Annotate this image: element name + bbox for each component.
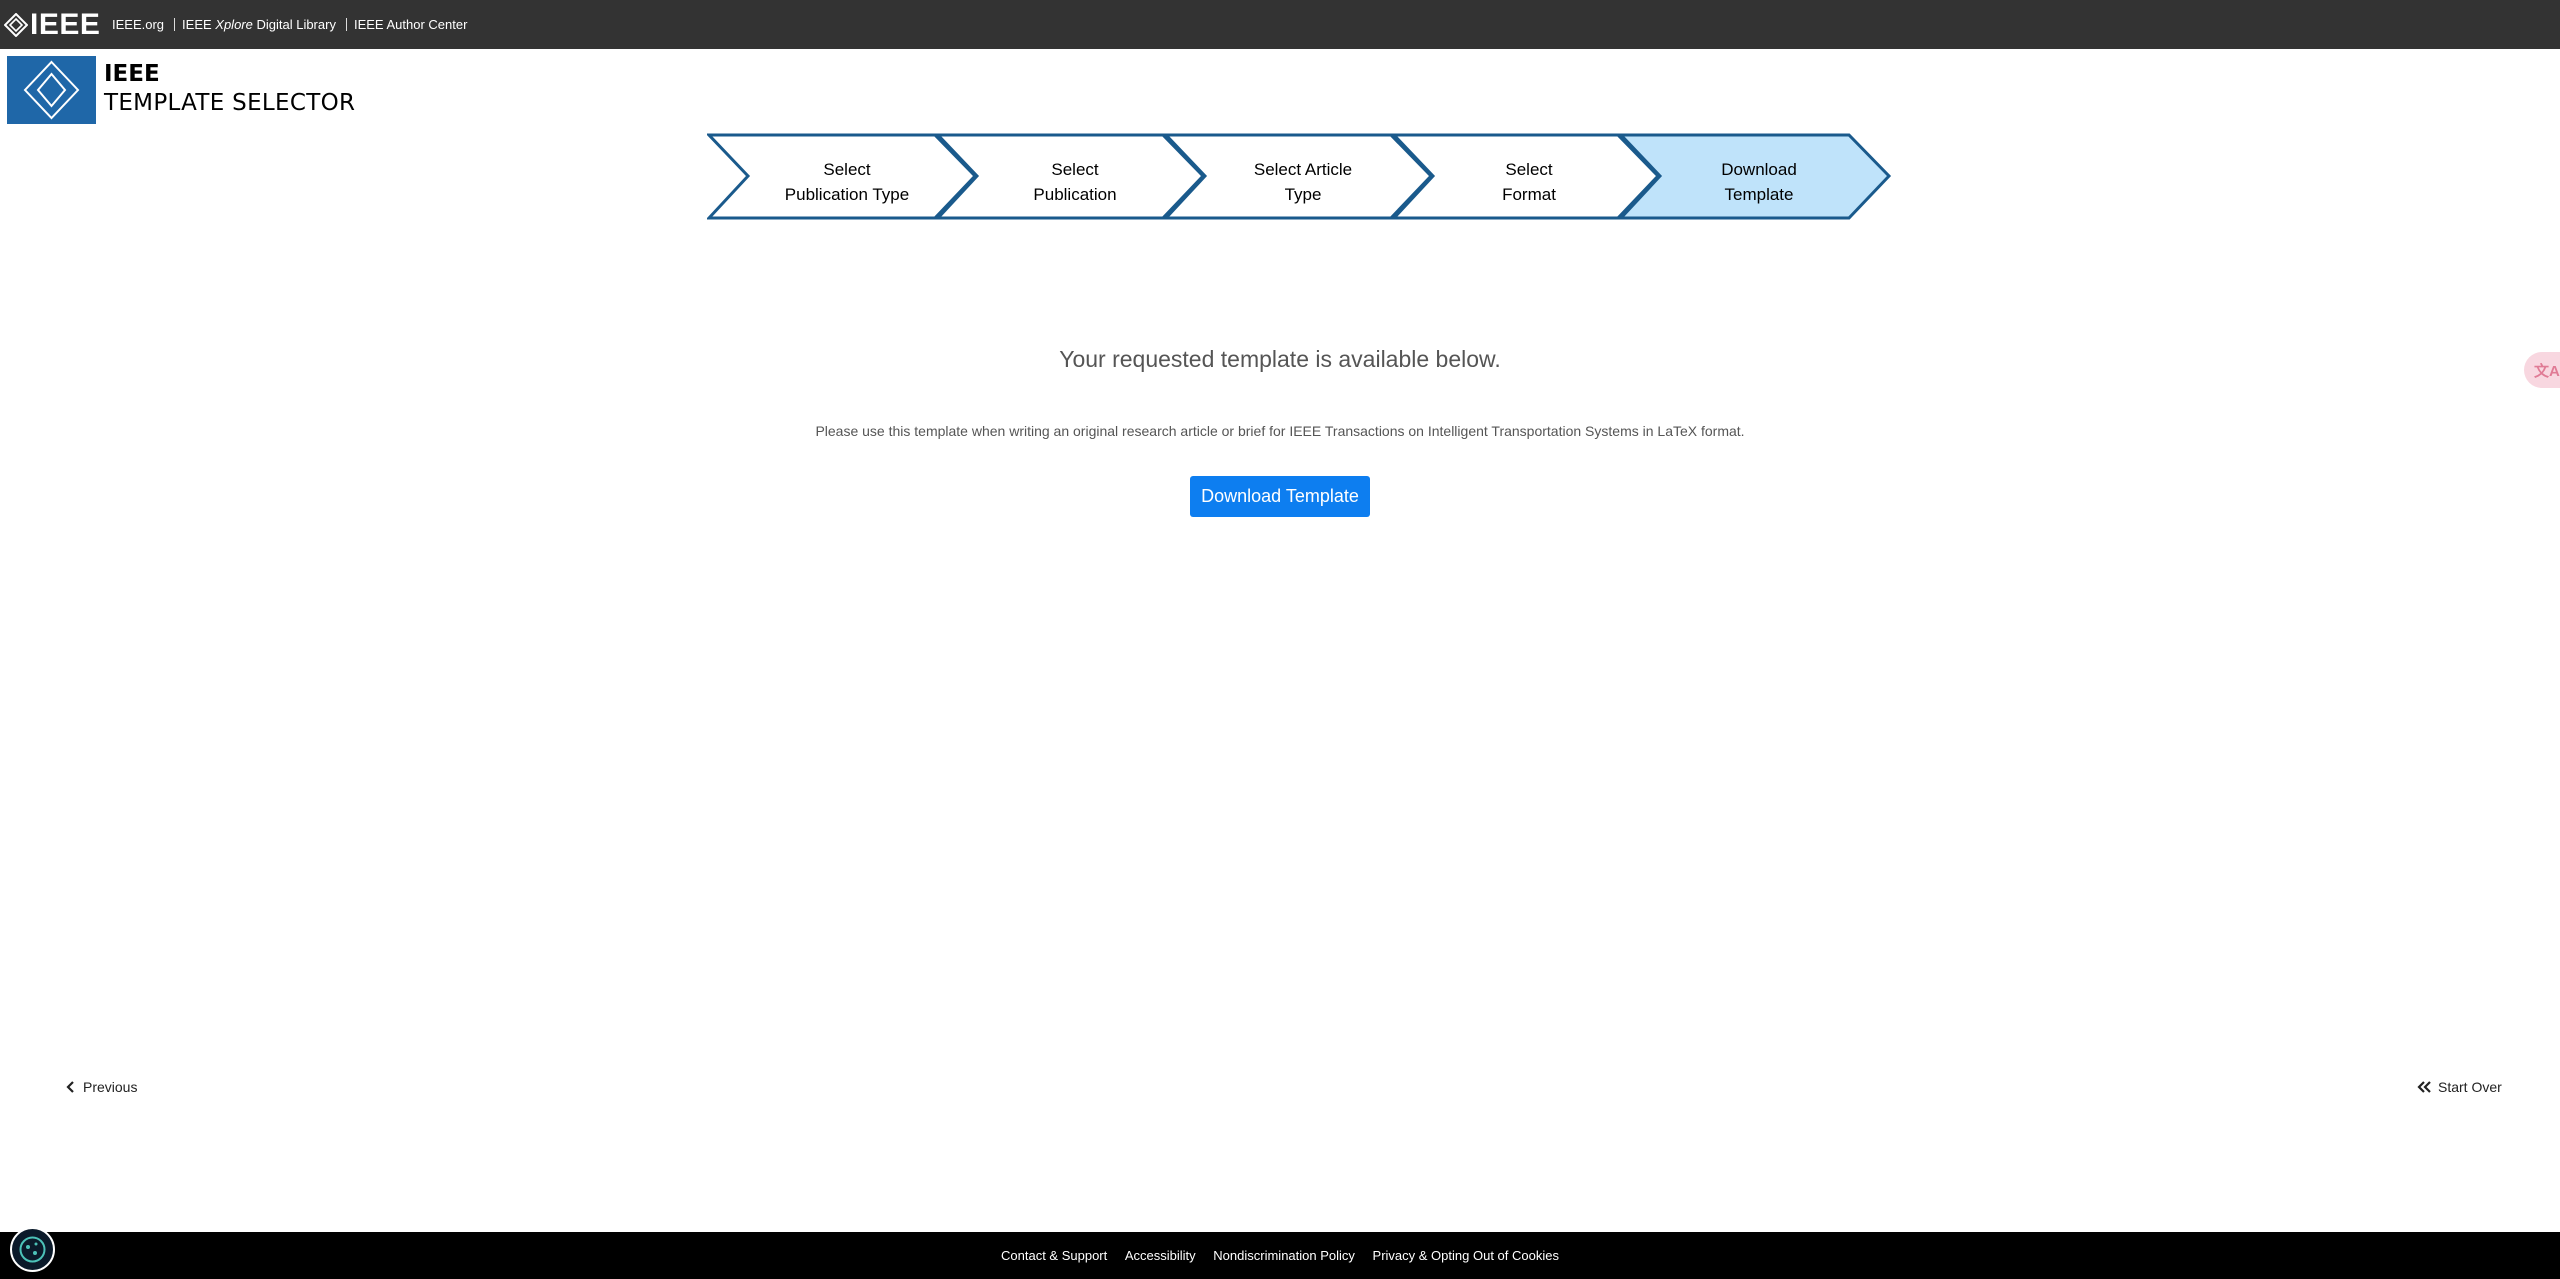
previous-label: Previous	[83, 1079, 138, 1095]
divider	[345, 18, 347, 31]
step-4-line1: Select	[1505, 160, 1553, 179]
cookie-icon	[19, 1236, 46, 1263]
footer-link-privacy[interactable]: Privacy & Opting Out of Cookies	[1373, 1248, 1559, 1263]
double-chevron-left-icon	[2417, 1081, 2431, 1093]
step-2-line2: Publication	[1033, 185, 1117, 204]
footer-links: Contact & Support Accessibility Nondiscr…	[0, 1248, 2560, 1263]
step-progress: Select Publication Type Select Publicati…	[707, 133, 1892, 223]
cookie-settings-button[interactable]	[10, 1227, 55, 1272]
start-over-button[interactable]: Start Over	[2417, 1079, 2502, 1095]
top-links: IEEE.org IEEE Xplore Digital Library IEE…	[112, 17, 467, 32]
brand-title: IEEE	[104, 61, 160, 87]
xplore-prefix: IEEE	[182, 17, 216, 32]
step-5-line2: Template	[1724, 185, 1794, 204]
translate-icon: 文A	[2534, 363, 2560, 380]
brand-subtitle: TEMPLATE SELECTOR	[104, 90, 356, 116]
footer-link-nondiscrimination[interactable]: Nondiscrimination Policy	[1213, 1248, 1355, 1263]
ieee-logo-text: IEEE	[30, 8, 101, 41]
footer-link-contact[interactable]: Contact & Support	[1001, 1248, 1107, 1263]
link-ieee-xplore[interactable]: IEEE Xplore Digital Library	[182, 17, 336, 32]
translate-widget[interactable]: 文A	[2524, 352, 2560, 388]
step-2-line1: Select	[1051, 160, 1099, 179]
template-selector-logo[interactable]	[7, 56, 96, 124]
diamond-logo-icon	[23, 60, 80, 120]
step-1-line2: Publication Type	[784, 185, 910, 204]
step-label-1: Select Publication Type	[757, 157, 937, 204]
chevron-left-icon	[66, 1081, 74, 1093]
previous-button[interactable]: Previous	[66, 1079, 137, 1095]
step-label-4: Select Format	[1439, 157, 1619, 204]
step-label-5: Download Template	[1669, 157, 1849, 204]
ieee-logo[interactable]: IEEE	[4, 8, 101, 41]
step-label-2: Select Publication	[985, 157, 1165, 204]
link-author-center[interactable]: IEEE Author Center	[354, 17, 467, 32]
xplore-italic: Xplore	[215, 17, 253, 32]
step-5-line1: Download	[1721, 160, 1797, 179]
top-bar: IEEE IEEE.org IEEE Xplore Digital Librar…	[0, 0, 2560, 49]
availability-headline: Your requested template is available bel…	[1059, 346, 1501, 372]
step-3-line2: Type	[1284, 185, 1322, 204]
step-3-line1: Select Article	[1253, 160, 1353, 179]
xplore-suffix: Digital Library	[252, 17, 336, 32]
ieee-diamond-icon	[4, 13, 28, 37]
step-4-line2: Format	[1502, 185, 1556, 204]
start-over-label: Start Over	[2438, 1079, 2502, 1095]
divider	[174, 18, 176, 31]
step-label-3: Select Article Type	[1213, 157, 1393, 204]
step-1-line1: Select	[823, 160, 871, 179]
brand-header: IEEE TEMPLATE SELECTOR	[7, 56, 355, 124]
footer: Contact & Support Accessibility Nondiscr…	[0, 1232, 2560, 1279]
download-template-button[interactable]: Download Template	[1190, 476, 1370, 517]
template-description: Please use this template when writing an…	[815, 423, 1745, 439]
footer-link-accessibility[interactable]: Accessibility	[1125, 1248, 1196, 1263]
link-ieee-org[interactable]: IEEE.org	[112, 17, 164, 32]
